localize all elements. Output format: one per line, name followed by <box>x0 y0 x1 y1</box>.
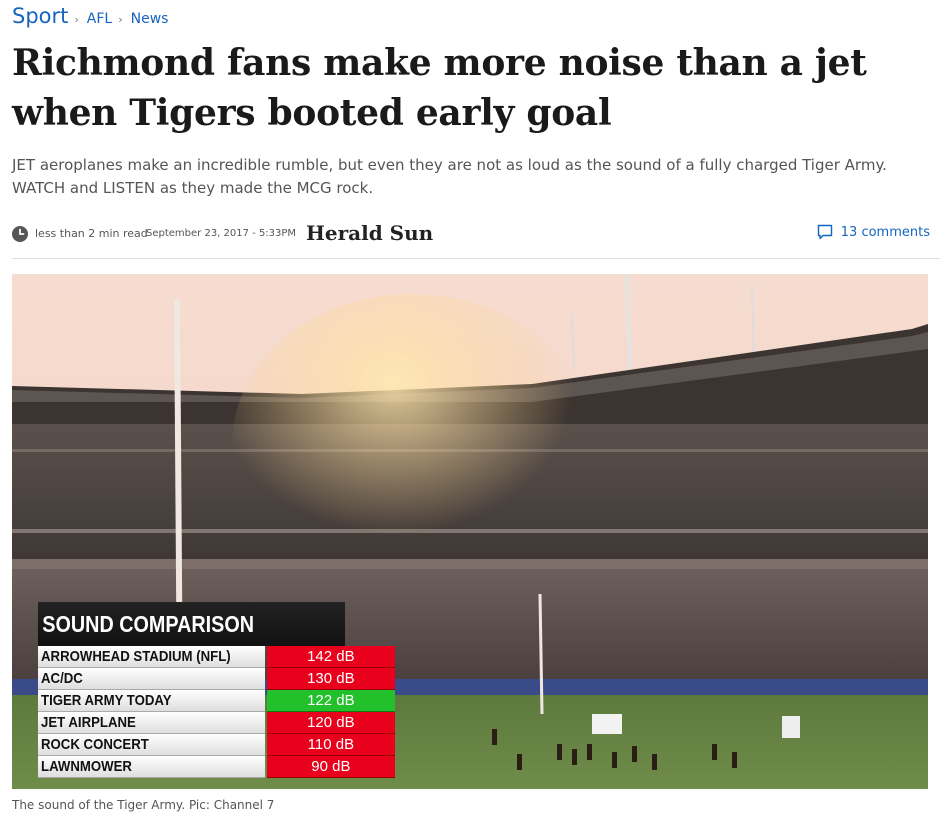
breadcrumb-news-link[interactable]: News <box>131 11 169 27</box>
sound-comparison-title: SOUND COMPARISON <box>38 602 346 646</box>
sound-row-value: 142 dB <box>266 646 395 668</box>
image-caption: The sound of the Tiger Army. Pic: Channe… <box>12 798 275 812</box>
sound-comparison-graphic: SOUND COMPARISON ARROWHEAD STADIUM (NFL)… <box>38 602 395 782</box>
publish-date: September 23, 2017 - 5:33PM <box>146 228 297 239</box>
sound-row: ARROWHEAD STADIUM (NFL) 142 dB <box>38 646 395 668</box>
chevron-right-icon: › <box>74 13 79 26</box>
chevron-right-icon: › <box>118 13 123 26</box>
sound-row-value: 130 dB <box>266 668 395 690</box>
clock-icon <box>12 226 28 242</box>
sound-row-label: TIGER ARMY TODAY <box>41 692 172 709</box>
sound-row-label: ARROWHEAD STADIUM (NFL) <box>41 648 231 665</box>
sound-row: LAWNMOWER 90 dB <box>38 756 395 778</box>
sound-row-label: LAWNMOWER <box>41 758 132 775</box>
sound-row-label: AC/DC <box>41 670 83 687</box>
masthead-logo: Herald Sun <box>306 221 434 245</box>
article-page: Sport › AFL › News Richmond fans make mo… <box>0 0 942 822</box>
sound-row: ROCK CONCERT 110 dB <box>38 734 395 756</box>
sound-row-label: ROCK CONCERT <box>41 736 149 753</box>
sound-row: TIGER ARMY TODAY 122 dB <box>38 690 395 712</box>
read-time: less than 2 min read <box>35 227 148 240</box>
sound-row-label: JET AIRPLANE <box>41 714 136 731</box>
comments-count: 13 comments <box>840 224 930 240</box>
breadcrumb-afl-link[interactable]: AFL <box>87 11 112 27</box>
breadcrumb-sport-link[interactable]: Sport <box>12 4 68 28</box>
sound-row-value: 90 dB <box>266 756 395 778</box>
article-meta: less than 2 min read September 23, 2017 … <box>12 218 930 250</box>
hero-image[interactable]: SOUND COMPARISON ARROWHEAD STADIUM (NFL)… <box>12 274 928 789</box>
article-standfirst: JET aeroplanes make an incredible rumble… <box>12 156 887 197</box>
divider <box>12 258 940 259</box>
comments-link[interactable]: 13 comments <box>817 224 930 240</box>
sound-row: JET AIRPLANE 120 dB <box>38 712 395 734</box>
sound-row-value: 110 dB <box>266 734 395 756</box>
sound-row: AC/DC 130 dB <box>38 668 395 690</box>
article-headline: Richmond fans make more noise than a jet… <box>12 42 867 134</box>
breadcrumb: Sport › AFL › News <box>12 4 168 28</box>
comment-icon <box>817 224 832 240</box>
sound-row-value-highlight: 122 dB <box>266 690 395 712</box>
sound-row-value: 120 dB <box>266 712 395 734</box>
